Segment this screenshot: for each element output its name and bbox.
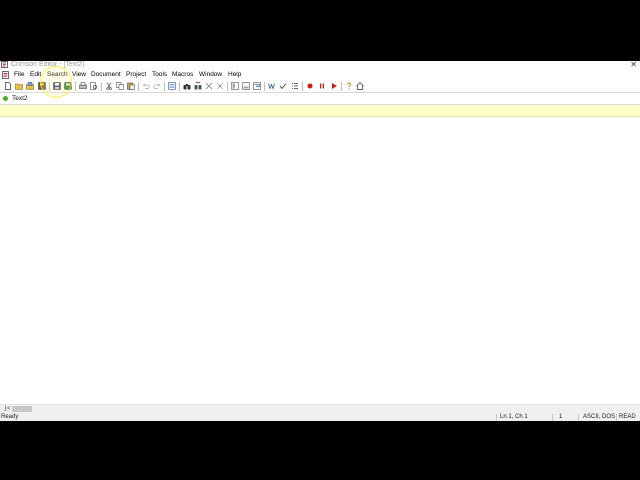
modified-indicator-icon (3, 96, 8, 101)
toolbar-separator (138, 82, 139, 91)
find-icon[interactable] (183, 82, 191, 90)
replace-icon[interactable] (205, 82, 213, 90)
status-bar: Ready Ln 1, Ch 1 1 ASCII, DOS READ (0, 413, 640, 421)
save-remote-icon[interactable] (38, 82, 46, 90)
toolbar-separator (264, 82, 265, 91)
line-numbers-icon[interactable] (291, 82, 299, 90)
status-separator (552, 414, 553, 421)
document-menu-icon[interactable] (2, 71, 9, 79)
save-all-icon[interactable] (64, 82, 72, 90)
window-title: Crimson Editor - [Text2] (11, 61, 85, 68)
help-icon[interactable] (345, 82, 353, 90)
goto-line-icon[interactable] (216, 82, 224, 90)
toolbar-separator (179, 82, 180, 91)
toolbar-separator (164, 82, 165, 91)
menu-bar: File Edit Search View Document Project T… (0, 70, 640, 80)
new-file-icon[interactable] (4, 82, 12, 90)
cursor-position: Ln 1, Ch 1 (500, 414, 528, 420)
find-next-icon[interactable] (194, 82, 202, 90)
menu-tools[interactable]: Tools (152, 70, 167, 80)
column-mode-icon[interactable] (168, 82, 176, 90)
close-icon[interactable]: ✕ (630, 61, 637, 69)
status-separator (616, 414, 617, 421)
title-bar: Crimson Editor - [Text2] ✕ (0, 61, 640, 70)
toolbar-separator (49, 82, 50, 91)
paste-icon[interactable] (127, 82, 135, 90)
menu-document[interactable]: Document (91, 70, 121, 80)
scrollbar-thumb[interactable] (12, 406, 32, 412)
menu-window[interactable]: Window (199, 70, 222, 80)
status-separator (578, 414, 579, 421)
document-tab-bar: Text2 (0, 93, 640, 105)
open-remote-icon[interactable] (26, 82, 34, 90)
pause-macro-icon[interactable] (318, 82, 326, 90)
cut-icon[interactable] (105, 82, 113, 90)
menu-search[interactable]: Search (47, 70, 68, 80)
record-macro-icon[interactable] (306, 82, 314, 90)
menu-edit[interactable]: Edit (30, 70, 41, 80)
toolbar-separator (341, 82, 342, 91)
output-window-icon[interactable] (242, 82, 250, 90)
play-macro-icon[interactable] (330, 82, 338, 90)
toolbar-separator (101, 82, 102, 91)
encoding-indicator: ASCII, DOS (583, 414, 616, 420)
text-editor-area[interactable] (0, 117, 640, 404)
toolbar-separator (302, 82, 303, 91)
toolbar (0, 80, 640, 93)
save-icon[interactable] (53, 82, 61, 90)
edit-mode-indicator: READ (619, 414, 636, 420)
print-preview-icon[interactable] (90, 82, 98, 90)
toolbar-separator (227, 82, 228, 91)
file-browser-icon[interactable] (231, 82, 239, 90)
home-page-icon[interactable] (356, 82, 364, 90)
status-message: Ready (1, 414, 19, 420)
menu-help[interactable]: Help (228, 70, 241, 80)
menu-macros[interactable]: Macros (172, 70, 193, 80)
wrap-icon[interactable] (253, 82, 261, 90)
menu-project[interactable]: Project (126, 70, 146, 80)
undo-icon[interactable] (142, 82, 150, 90)
spell-check-icon[interactable] (279, 82, 287, 90)
status-separator (496, 414, 497, 421)
copy-icon[interactable] (116, 82, 124, 90)
horizontal-scrollbar[interactable]: ⌋ < (0, 404, 640, 413)
column-number: 1 (559, 414, 563, 420)
redo-icon[interactable] (153, 82, 161, 90)
info-bar (0, 105, 640, 117)
menu-view[interactable]: View (72, 70, 86, 80)
open-folder-icon[interactable] (15, 82, 23, 90)
word-wrap-icon[interactable] (268, 82, 276, 90)
menu-file[interactable]: File (14, 70, 24, 80)
application-window: Crimson Editor - [Text2] ✕ File Edit Sea… (0, 61, 640, 421)
toolbar-separator (75, 82, 76, 91)
tab-label: Text2 (12, 95, 28, 102)
print-icon[interactable] (79, 82, 87, 90)
scroll-left-arrow-icon[interactable]: < (7, 405, 11, 413)
crimson-editor-icon (1, 61, 8, 68)
